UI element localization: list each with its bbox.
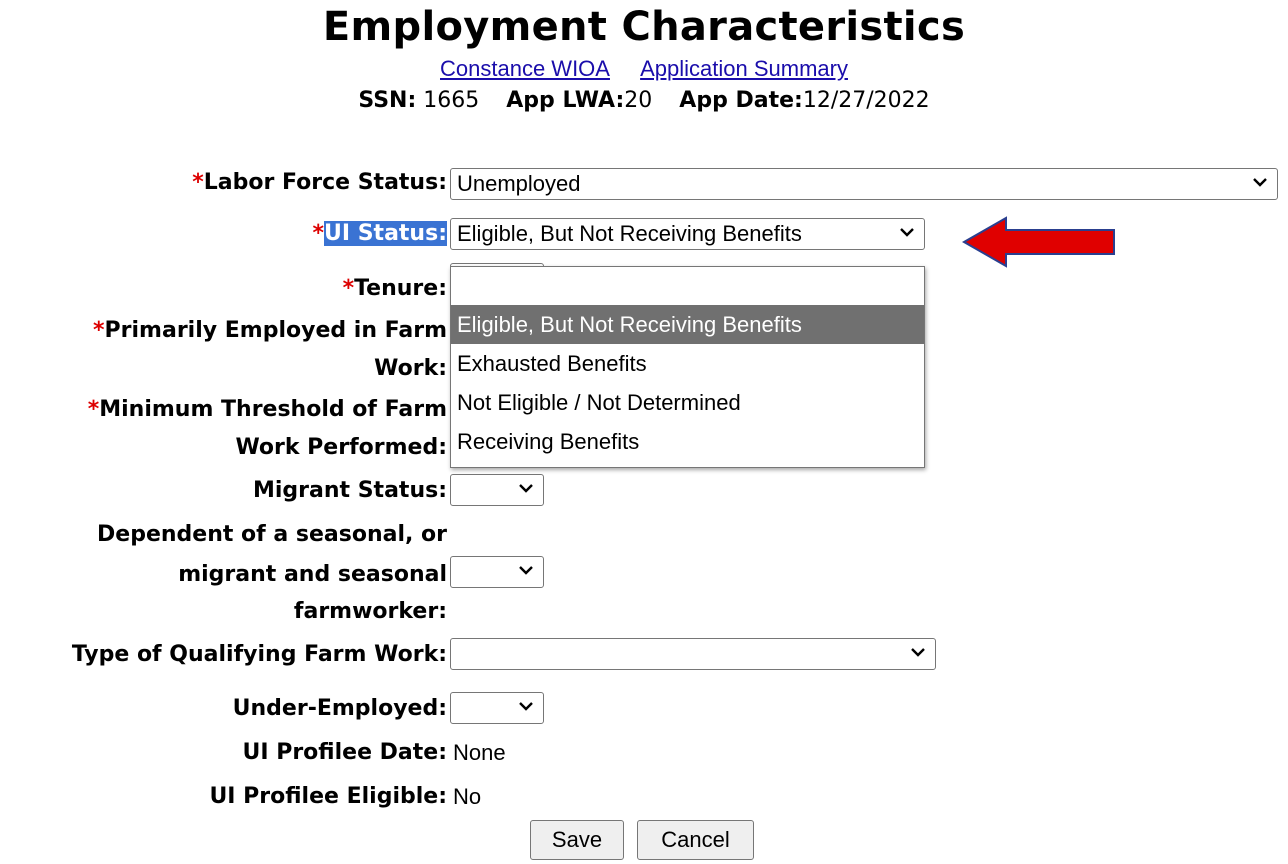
required-mark: * — [93, 318, 105, 343]
labor-force-status-label: *Labor Force Status: — [192, 170, 447, 195]
app-date-label: App Date: — [679, 88, 803, 113]
dependent-label-line3: farmworker: — [293, 599, 447, 624]
lwa-value: 20 — [624, 88, 653, 113]
lwa-label: App LWA: — [506, 88, 625, 113]
ui-profilee-date-value: None — [453, 740, 506, 765]
ui-profilee-date-label: UI Profilee Date: — [242, 740, 448, 765]
ui-status-option-not-eligible[interactable]: Not Eligible / Not Determined — [451, 383, 924, 422]
dependent-label-line2: migrant and seasonal — [178, 562, 447, 587]
dependent-label-line1: Dependent of a seasonal, or — [97, 522, 447, 547]
under-employed-label: Under-Employed: — [232, 696, 447, 721]
ui-status-option-receiving[interactable]: Receiving Benefits — [451, 422, 924, 461]
chevron-down-icon — [517, 475, 537, 505]
ui-status-option-exhausted[interactable]: Exhausted Benefits — [451, 344, 924, 383]
ui-status-option-eligible-not-receiving[interactable]: Eligible, But Not Receiving Benefits — [451, 305, 924, 344]
migrant-status-select[interactable] — [450, 474, 544, 506]
ui-profilee-eligible-label: UI Profilee Eligible: — [209, 784, 447, 809]
migrant-status-label: Migrant Status: — [253, 478, 447, 503]
application-summary-link[interactable]: Application Summary — [640, 56, 848, 81]
primarily-employed-label-line2: Work: — [374, 356, 447, 381]
app-date-value: 12/27/2022 — [802, 88, 930, 113]
page-title: Employment Characteristics — [322, 4, 966, 50]
ui-status-value: Eligible, But Not Receiving Benefits — [457, 221, 802, 246]
required-mark: * — [192, 170, 204, 195]
under-employed-select[interactable] — [450, 692, 544, 724]
ssn-value: 1665 — [423, 88, 480, 113]
minimum-threshold-label-line2: Work Performed: — [235, 435, 447, 460]
header-links: Constance WIOA Application Summary — [0, 56, 1288, 82]
ssn-label: SSN: — [358, 88, 417, 113]
tenure-label: *Tenure: — [342, 276, 447, 301]
ui-profilee-eligible-value: No — [453, 784, 482, 809]
chevron-down-icon — [517, 557, 537, 587]
required-mark: * — [87, 397, 100, 422]
type-of-farm-work-label: Type of Qualifying Farm Work: — [71, 642, 447, 667]
dependent-select[interactable] — [450, 556, 544, 588]
arrow-left-icon — [961, 216, 1115, 268]
type-of-farm-work-select[interactable] — [450, 638, 936, 670]
chevron-down-icon — [909, 639, 929, 669]
cancel-button[interactable]: Cancel — [637, 820, 754, 860]
ui-status-option-blank[interactable] — [451, 267, 924, 305]
chevron-down-icon — [1251, 169, 1271, 199]
required-mark: * — [312, 221, 324, 246]
ui-status-dropdown-list: Eligible, But Not Receiving Benefits Exh… — [450, 266, 925, 468]
ui-status-label: *UI Status: — [312, 221, 447, 246]
labor-force-status-select[interactable]: Unemployed — [450, 168, 1278, 200]
ui-status-select[interactable]: Eligible, But Not Receiving Benefits — [450, 218, 925, 250]
chevron-down-icon — [898, 219, 918, 249]
applicant-link[interactable]: Constance WIOA — [440, 56, 610, 81]
labor-force-status-value: Unemployed — [457, 171, 581, 196]
primarily-employed-label: *Primarily Employed in Farm — [93, 318, 447, 343]
minimum-threshold-label: *Minimum Threshold of Farm — [87, 397, 447, 422]
chevron-down-icon — [517, 693, 537, 723]
application-meta: SSN: 1665 App LWA:20 App Date:12/27/2022 — [0, 88, 1288, 113]
save-button[interactable]: Save — [530, 820, 624, 860]
required-mark: * — [342, 276, 355, 301]
